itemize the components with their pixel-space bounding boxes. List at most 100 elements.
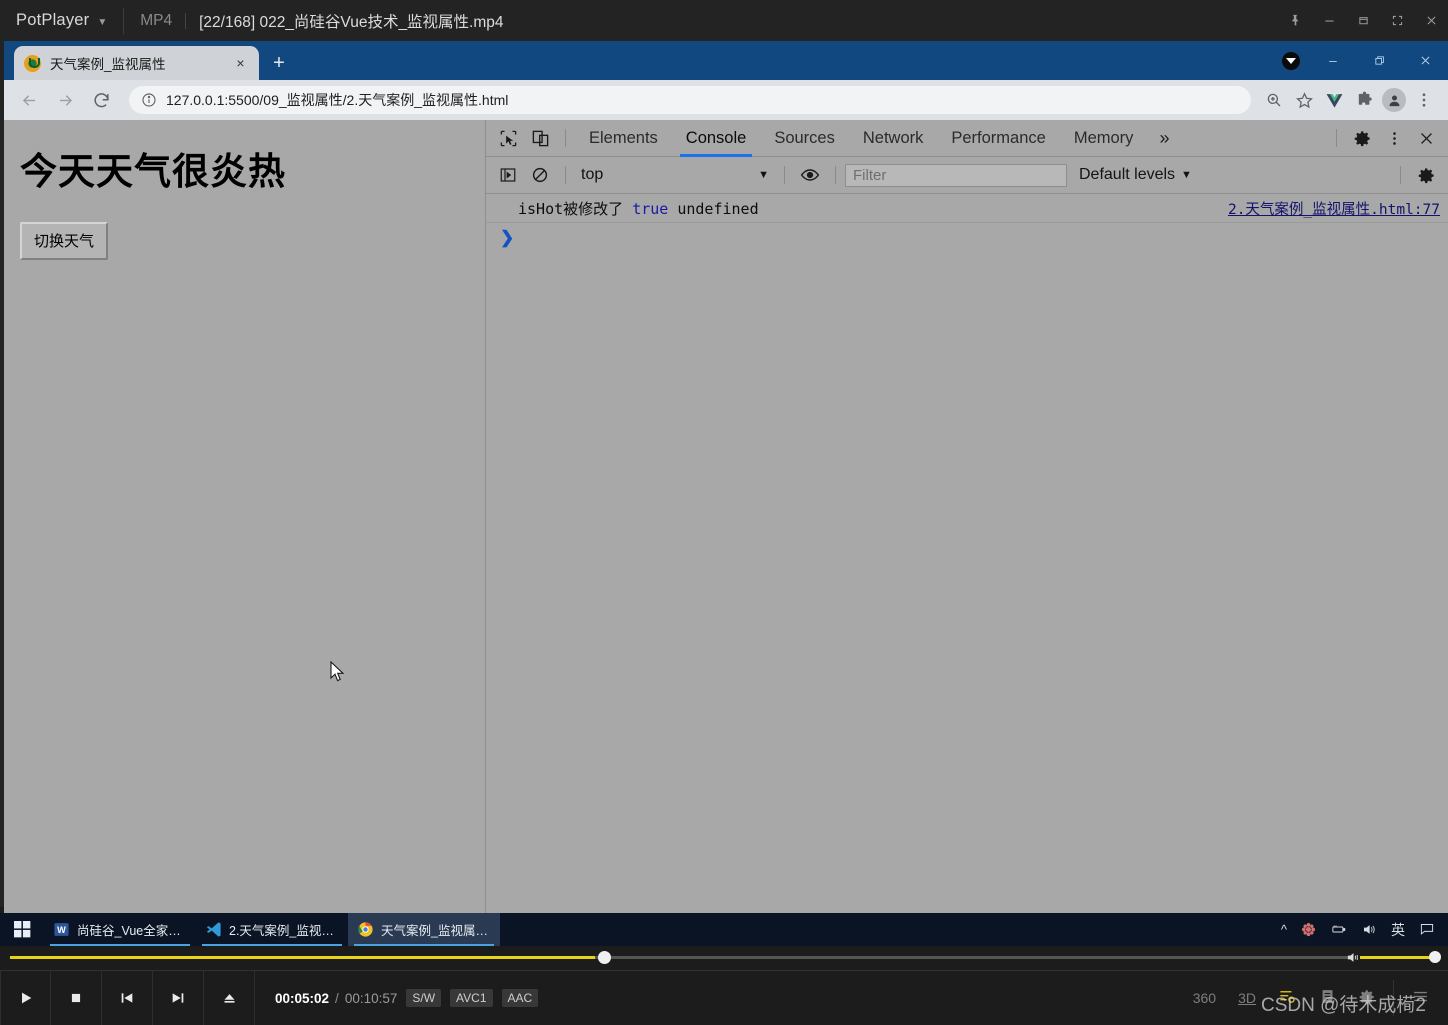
console-settings-gear-icon[interactable] xyxy=(1410,160,1442,190)
reload-button-icon[interactable] xyxy=(85,84,117,116)
console-filter-input[interactable] xyxy=(845,163,1067,187)
console-input-prompt[interactable]: ❯ xyxy=(486,223,1448,253)
vr-360-icon[interactable]: 360 xyxy=(1182,990,1227,1006)
volume-track[interactable] xyxy=(1360,956,1438,959)
profile-icon[interactable] xyxy=(1379,85,1409,115)
console-log-levels-dropdown[interactable]: Default levels ▼ xyxy=(1079,166,1192,184)
tab-elements[interactable]: Elements xyxy=(575,120,672,157)
console-log-entry[interactable]: isHot被修改了 true undefined 2.天气案例_监视属性.htm… xyxy=(486,194,1448,223)
vue-tab-badge-icon[interactable] xyxy=(1282,51,1300,70)
volume-handle[interactable] xyxy=(1429,951,1441,963)
new-tab-button[interactable]: + xyxy=(266,50,292,76)
console-source-link[interactable]: 2.天气案例_监视属性.html:77 xyxy=(1228,198,1440,219)
preferences-gear-icon[interactable] xyxy=(1347,988,1387,1009)
zoom-icon[interactable] xyxy=(1259,85,1289,115)
chevron-up-icon[interactable]: ^ xyxy=(1274,913,1294,946)
extensions-icon[interactable] xyxy=(1349,85,1379,115)
more-tabs-icon[interactable]: » xyxy=(1147,128,1181,149)
console-context-selector[interactable]: top ▼ xyxy=(575,163,775,187)
tab-sources[interactable]: Sources xyxy=(760,120,849,157)
eject-button[interactable] xyxy=(204,970,255,1025)
chevron-down-icon[interactable]: ▼ xyxy=(97,17,107,28)
browser-tab[interactable]: 天气案例_监视属性 × xyxy=(14,46,259,80)
seek-progress-fill xyxy=(10,956,595,959)
close-tab-icon[interactable]: × xyxy=(232,55,249,72)
chrome-window: 天气案例_监视属性 × + 127.0.0.1:5500/09_监视属性/2.天… xyxy=(4,41,1448,913)
potplayer-menu-icon[interactable] xyxy=(1400,987,1448,1009)
vscode-icon xyxy=(206,922,221,937)
pin-icon[interactable] xyxy=(1278,0,1312,41)
console-sidebar-icon[interactable] xyxy=(492,160,524,190)
media-format-label: MP4 xyxy=(140,11,173,29)
fullscreen-icon[interactable] xyxy=(1380,0,1414,41)
play-button[interactable] xyxy=(0,970,51,1025)
gear-icon[interactable] xyxy=(1346,123,1378,153)
vue-devtools-icon[interactable] xyxy=(1319,85,1349,115)
address-bar[interactable]: 127.0.0.1:5500/09_监视属性/2.天气案例_监视属性.html xyxy=(129,86,1251,114)
battery-icon[interactable] xyxy=(1323,913,1354,946)
taskbar-item-label: 天气案例_监视属性 - ... xyxy=(381,924,491,938)
potplayer-app-name[interactable]: PotPlayer xyxy=(0,11,89,30)
bookmark-star-icon[interactable] xyxy=(1289,85,1319,115)
live-expression-eye-icon[interactable] xyxy=(794,160,826,190)
web-page-viewport: 今天天气很炎热 切换天气 xyxy=(4,120,486,913)
stereo-3d-label: 3D xyxy=(1238,990,1256,1006)
device-toolbar-icon[interactable] xyxy=(524,123,556,153)
potplayer-controls-divider xyxy=(1393,980,1394,1016)
address-bar-url: 127.0.0.1:5500/09_监视属性/2.天气案例_监视属性.html xyxy=(166,92,509,108)
clear-console-icon[interactable] xyxy=(524,160,556,190)
screen-root: PotPlayer ▼ MP4 [22/168] 022_尚硅谷Vue技术_监视… xyxy=(0,0,1448,1025)
bookmark-list-icon[interactable] xyxy=(1308,988,1347,1008)
start-button-icon[interactable] xyxy=(0,921,44,938)
taskbar-item-word[interactable]: W 尚硅谷_Vue全家桶.d... xyxy=(44,913,196,946)
close-icon[interactable] xyxy=(1414,0,1448,41)
taskbar-item-chrome[interactable]: 天气案例_监视属性 - ... xyxy=(348,913,500,946)
seek-bar-area xyxy=(0,946,1448,970)
maximize-icon[interactable] xyxy=(1346,0,1380,41)
toggle-weather-button[interactable]: 切换天气 xyxy=(20,222,109,260)
taskbar-item-vscode[interactable]: 2.天气案例_监视属性.... xyxy=(196,913,348,946)
tab-elements-label: Elements xyxy=(589,128,658,147)
volume-icon[interactable] xyxy=(1354,913,1384,946)
chrome-close-icon[interactable] xyxy=(1402,41,1448,80)
next-button[interactable] xyxy=(153,970,204,1025)
chevron-down-icon: ▼ xyxy=(1181,169,1192,181)
taskbar-item-label: 2.天气案例_监视属性.... xyxy=(229,924,339,938)
console-context-value: top xyxy=(581,166,604,183)
tab-memory[interactable]: Memory xyxy=(1060,120,1148,157)
inspect-element-icon[interactable] xyxy=(492,123,524,153)
system-tray: ^ 英 xyxy=(1274,913,1448,946)
tab-console[interactable]: Console xyxy=(672,120,761,157)
shield-360-icon[interactable] xyxy=(1294,913,1323,946)
console-message-text: isHot被修改了 xyxy=(518,199,624,218)
action-center-icon[interactable] xyxy=(1412,913,1442,946)
chrome-minimize-icon[interactable] xyxy=(1310,41,1356,80)
previous-button[interactable] xyxy=(102,970,153,1025)
site-info-icon[interactable] xyxy=(141,92,157,108)
ime-indicator[interactable]: 英 xyxy=(1384,913,1412,946)
devtools-divider xyxy=(565,129,566,147)
back-button-icon[interactable] xyxy=(13,84,45,116)
console-message-value: true xyxy=(632,199,669,218)
devtools-more-options-icon[interactable] xyxy=(1378,123,1410,153)
stereo-3d-icon[interactable]: 3D xyxy=(1227,990,1267,1006)
current-time: 00:05:02 xyxy=(275,990,330,1006)
chrome-menu-icon[interactable] xyxy=(1409,85,1439,115)
playlist-icon[interactable] xyxy=(1267,987,1308,1009)
tab-performance[interactable]: Performance xyxy=(937,120,1059,157)
tab-title: 天气案例_监视属性 xyxy=(50,57,166,72)
media-filename: [22/168] 022_尚硅谷Vue技术_监视属性.mp4 xyxy=(199,13,504,31)
volume-icon[interactable] xyxy=(1345,950,1362,970)
avatar xyxy=(1382,88,1406,112)
devtools-close-icon[interactable] xyxy=(1410,123,1442,153)
potplayer-titlebar: PotPlayer ▼ MP4 [22/168] 022_尚硅谷Vue技术_监视… xyxy=(0,0,1448,41)
console-toolbar: top ▼ Default levels ▼ xyxy=(486,157,1448,194)
tab-network[interactable]: Network xyxy=(849,120,938,157)
console-output[interactable]: isHot被修改了 true undefined 2.天气案例_监视属性.htm… xyxy=(486,194,1448,913)
chrome-restore-icon[interactable] xyxy=(1356,41,1402,80)
forward-button-icon[interactable] xyxy=(49,84,81,116)
seek-handle[interactable] xyxy=(598,951,611,964)
minimize-icon[interactable] xyxy=(1312,0,1346,41)
stop-button[interactable] xyxy=(51,970,102,1025)
tab-favicon-icon xyxy=(24,54,41,72)
